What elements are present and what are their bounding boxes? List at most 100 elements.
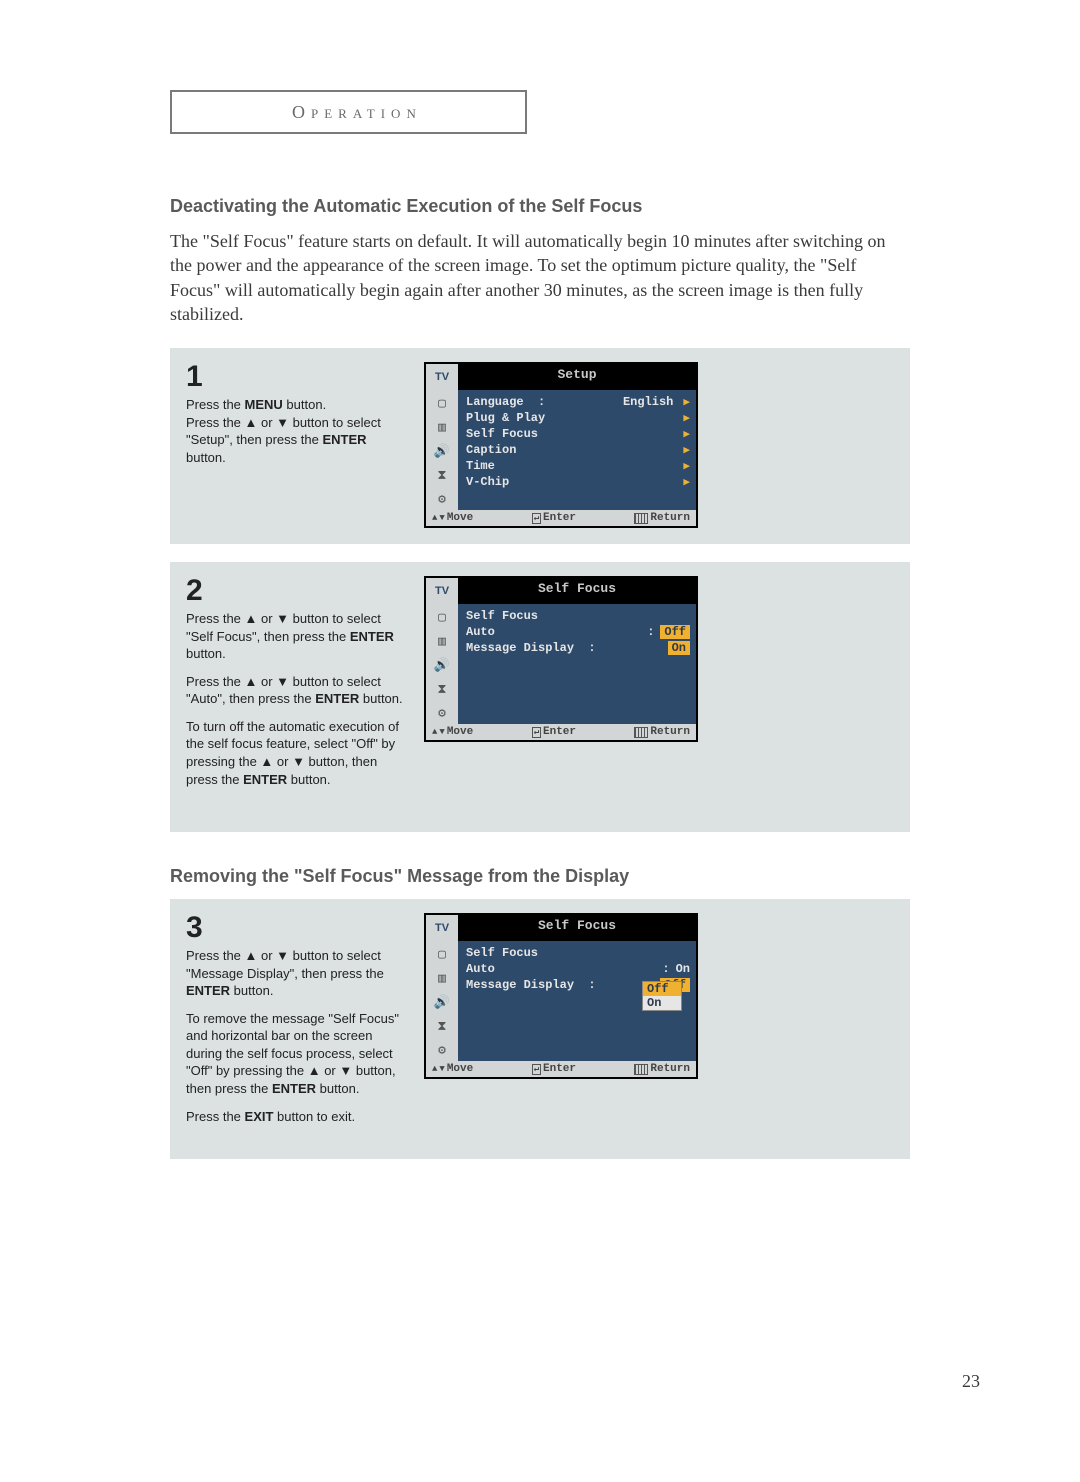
osd1-title: Setup [458, 364, 696, 390]
osd3-self: Self Focus [466, 946, 538, 960]
arrow-right-icon: ▶ [683, 459, 690, 473]
osd1-language-value: English [623, 395, 673, 409]
footer-enter: Enter [543, 726, 576, 738]
footer-move: Move [447, 726, 473, 738]
osd2-auto-label: Auto [466, 625, 495, 639]
s3-enter1: ENTER [186, 983, 230, 998]
osd3-self-row: Self Focus [466, 945, 690, 961]
osd1-time: Time [466, 459, 495, 473]
step1-l1c: button. [283, 397, 326, 412]
osd2-msg-value: On [668, 641, 690, 655]
sound-icon: 🔊 [432, 993, 452, 1011]
osd3-title: Self Focus [458, 915, 696, 941]
step-3-text: 3 Press the ▲ or ▼ button to select "Mes… [186, 913, 406, 1135]
sound-icon: 🔊 [432, 442, 452, 460]
osd2-auto-row: Auto : Off [466, 624, 690, 640]
s2p1c: button. [186, 646, 226, 661]
osd2-self-row: Self Focus [466, 608, 690, 624]
footer-return: Return [650, 512, 690, 524]
s3-exit: EXIT [245, 1109, 274, 1124]
step-1-text: 1 Press the MENU button. Press the ▲ or … [186, 362, 406, 476]
s3p3a: Press the [186, 1109, 245, 1124]
osd1-footer: Move ↵Enter Return [426, 510, 696, 526]
arrow-right-icon: ▶ [683, 395, 690, 409]
osd3-dd-off: Off [643, 982, 681, 996]
osd1-language-row: Language : English ▶ [466, 394, 690, 410]
osd2-footer: Move ↵Enter Return [426, 724, 696, 740]
step1-menu: MENU [245, 397, 283, 412]
setup-icon: ⚙ [432, 490, 452, 508]
arrow-right-icon: ▶ [683, 427, 690, 441]
osd1-vchip: V-Chip [466, 475, 509, 489]
osd3-auto-row: Auto : On [466, 961, 690, 977]
osd2-msg-row: Message Display : On [466, 640, 690, 656]
s3-enter2: ENTER [272, 1081, 316, 1096]
osd3-dd-on: On [643, 996, 681, 1010]
osd2-msg-label: Message Display : [466, 641, 596, 655]
osd2-title: Self Focus [458, 578, 696, 604]
osd1-caption: Caption [466, 443, 516, 457]
osd1-self-row: Self Focus ▶ [466, 426, 690, 442]
osd1-plug: Plug & Play [466, 411, 545, 425]
sound-icon: 🔊 [432, 656, 452, 674]
step-1-number: 1 [186, 362, 406, 392]
footer-move: Move [447, 1063, 473, 1075]
manual-page: Operation Deactivating the Automatic Exe… [0, 0, 1080, 1482]
osd2-auto-value: Off [660, 625, 690, 639]
osd3-auto-colon: : [662, 962, 669, 976]
tv-icon: TV [432, 368, 452, 386]
section2-heading: Removing the "Self Focus" Message from t… [170, 866, 910, 887]
footer-enter: Enter [543, 1063, 576, 1075]
s2p3c: button. [287, 772, 330, 787]
s3p3c: button to exit. [273, 1109, 355, 1124]
osd-3: TV Self Focus ▢ ▥ 🔊 ⧗ ⚙ Self Focus [424, 913, 698, 1079]
step1-enter: ENTER [322, 432, 366, 447]
step-3-block: 3 Press the ▲ or ▼ button to select "Mes… [170, 899, 910, 1159]
osd3-dropdown: Off On [642, 981, 682, 1011]
s3p1c: button. [230, 983, 273, 998]
osd1-self: Self Focus [466, 427, 538, 441]
osd1-vchip-row: V-Chip ▶ [466, 474, 690, 490]
osd1-language-label: Language : [466, 395, 545, 409]
setup-icon: ⚙ [432, 1041, 452, 1059]
s2-enter1: ENTER [350, 629, 394, 644]
chapter-label: Operation [292, 102, 422, 123]
arrow-right-icon: ▶ [683, 443, 690, 457]
section1-intro: The "Self Focus" feature starts on defau… [170, 229, 910, 326]
input-icon: ▢ [432, 945, 452, 963]
s2-enter2: ENTER [315, 691, 359, 706]
arrow-right-icon: ▶ [683, 411, 690, 425]
osd2-auto-colon: : [647, 625, 654, 639]
step-2-text: 2 Press the ▲ or ▼ button to select "Sel… [186, 576, 406, 798]
picture-icon: ▥ [432, 418, 452, 436]
tv-icon: TV [432, 919, 452, 937]
s2p2c: button. [359, 691, 402, 706]
step-1-block: 1 Press the MENU button. Press the ▲ or … [170, 348, 910, 544]
step1-l1a: Press the [186, 397, 245, 412]
picture-icon: ▥ [432, 632, 452, 650]
step1-l2c: button. [186, 450, 226, 465]
timer-icon: ⧗ [432, 466, 452, 484]
tv-icon: TV [432, 582, 452, 600]
osd1-plug-row: Plug & Play ▶ [466, 410, 690, 426]
osd-1: TV Setup ▢ ▥ 🔊 ⧗ ⚙ Language : [424, 362, 698, 528]
chapter-tab: Operation [170, 90, 910, 134]
s3p1a: Press the ▲ or ▼ button to select "Messa… [186, 948, 384, 981]
setup-icon: ⚙ [432, 704, 452, 722]
s3p2c: button. [316, 1081, 359, 1096]
step-2-block: 2 Press the ▲ or ▼ button to select "Sel… [170, 562, 910, 832]
page-number: 23 [962, 1371, 980, 1392]
footer-enter: Enter [543, 512, 576, 524]
arrow-right-icon: ▶ [683, 475, 690, 489]
picture-icon: ▥ [432, 969, 452, 987]
osd1-caption-row: Caption ▶ [466, 442, 690, 458]
osd3-auto-value: On [676, 962, 690, 976]
chapter-tab-box: Operation [170, 90, 527, 134]
footer-return: Return [650, 726, 690, 738]
step-2-number: 2 [186, 576, 406, 606]
osd1-time-row: Time ▶ [466, 458, 690, 474]
osd3-auto-label: Auto [466, 962, 495, 976]
osd-2: TV Self Focus ▢ ▥ 🔊 ⧗ ⚙ Self Focus [424, 576, 698, 742]
osd2-self: Self Focus [466, 609, 538, 623]
osd3-msg-label: Message Display : [466, 978, 596, 992]
